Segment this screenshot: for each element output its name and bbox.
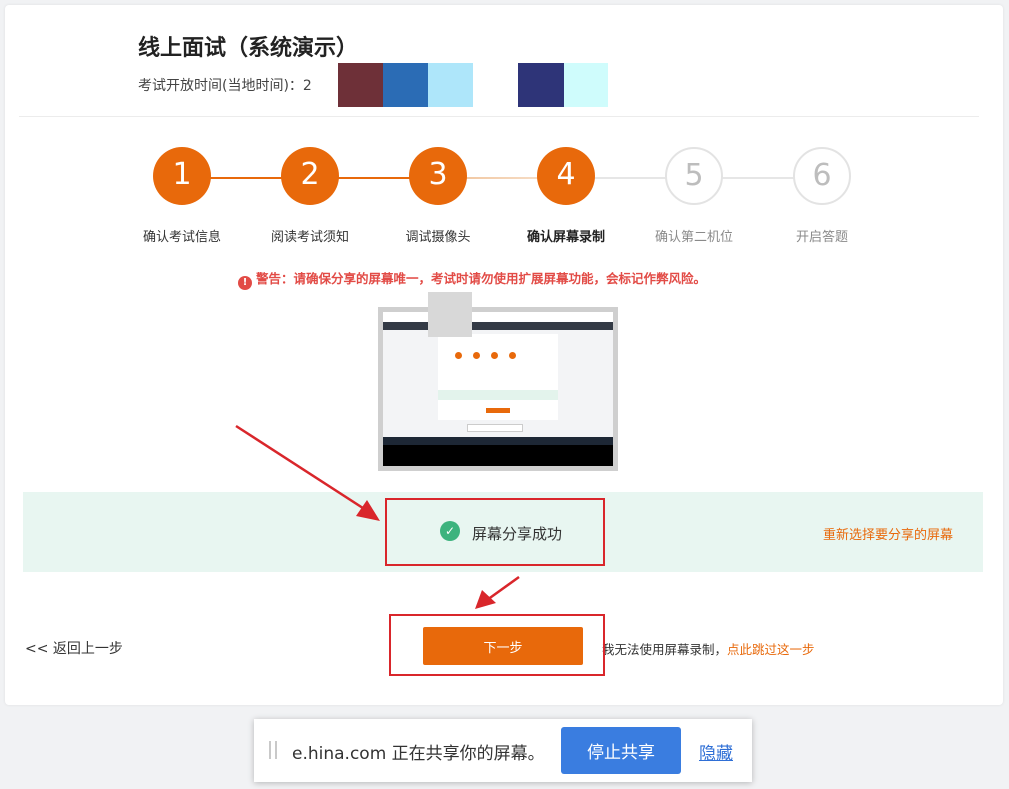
screen-share-notification-bar: e.hina.com 正在共享你的屏幕。 停止共享 隐藏 bbox=[254, 719, 752, 782]
annotation-arrow-head bbox=[356, 500, 380, 521]
annotation-arrow bbox=[235, 424, 367, 512]
annotation-arrows bbox=[235, 424, 520, 609]
annotation-arrow bbox=[486, 575, 520, 602]
drag-handle-icon[interactable] bbox=[269, 741, 278, 759]
stop-sharing-button[interactable]: 停止共享 bbox=[561, 727, 681, 774]
annotation-arrow-head bbox=[475, 590, 496, 609]
hide-bar-link[interactable]: 隐藏 bbox=[699, 739, 733, 764]
share-notification-text: e.hina.com 正在共享你的屏幕。 bbox=[292, 744, 545, 764]
